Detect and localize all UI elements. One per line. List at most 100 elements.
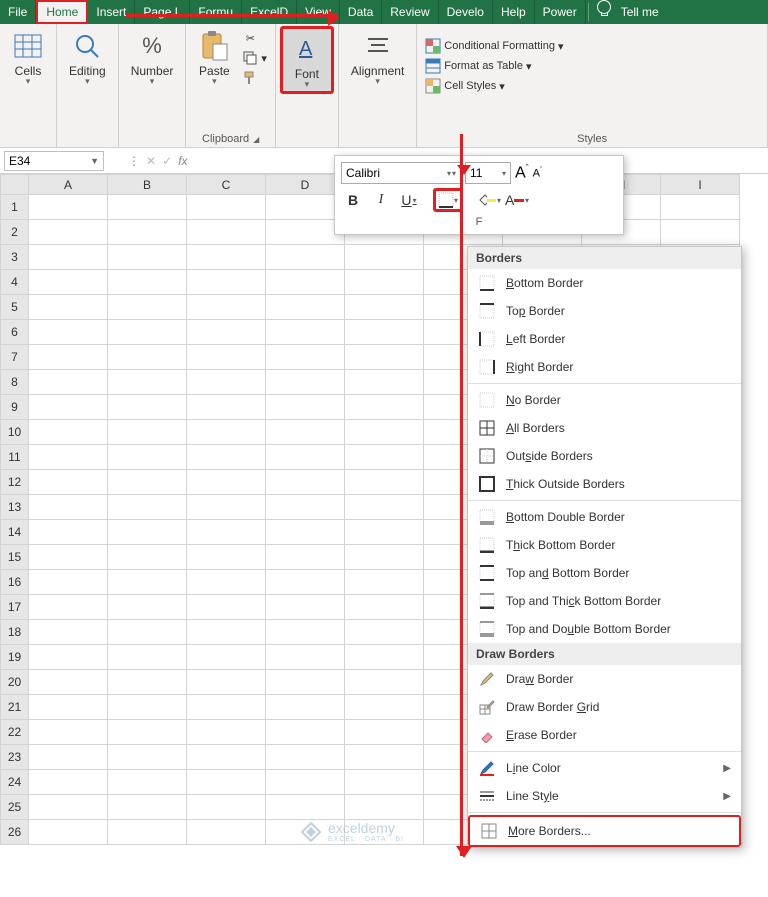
cut-button[interactable]: ✂ [242,30,267,46]
copy-button[interactable]: ▾ [242,50,267,66]
row-header[interactable]: 20 [1,670,29,695]
fill-color-button[interactable]: ▾ [477,188,501,212]
cell[interactable] [266,345,345,370]
cell[interactable] [108,220,187,245]
cell[interactable] [108,795,187,820]
cell[interactable] [108,345,187,370]
cell[interactable] [345,470,424,495]
cell[interactable] [266,545,345,570]
cell[interactable] [187,395,266,420]
menu-thick-outside-borders[interactable]: Thick Outside Borders [468,470,741,498]
cell[interactable] [266,570,345,595]
editing-button[interactable]: Editing ▾ [61,26,114,88]
cell[interactable] [345,245,424,270]
row-header[interactable]: 5 [1,295,29,320]
cell[interactable] [187,670,266,695]
cell[interactable] [108,470,187,495]
column-header[interactable]: C [187,175,266,195]
alignment-button[interactable]: Alignment ▾ [343,26,412,88]
menu-line-color[interactable]: Line Color▶ [468,754,741,782]
cell[interactable] [345,570,424,595]
cell[interactable] [266,195,345,220]
cell[interactable] [108,270,187,295]
menu-top-border[interactable]: Top Border [468,297,741,325]
menu-top-double-bottom-border[interactable]: Top and Double Bottom Border [468,615,741,643]
cell[interactable] [345,445,424,470]
cell[interactable] [108,670,187,695]
row-header[interactable]: 25 [1,795,29,820]
cell[interactable] [108,495,187,520]
menu-thick-bottom-border[interactable]: Thick Bottom Border [468,531,741,559]
cell[interactable] [187,570,266,595]
cell[interactable] [345,495,424,520]
cells-button[interactable]: Cells ▾ [4,26,52,88]
menu-draw-border[interactable]: Draw Border [468,665,741,693]
cell[interactable] [108,570,187,595]
cell[interactable] [29,745,108,770]
cell[interactable] [29,720,108,745]
row-header[interactable]: 1 [1,195,29,220]
cell[interactable] [29,195,108,220]
cell[interactable] [266,670,345,695]
cell[interactable] [266,445,345,470]
cell[interactable] [29,445,108,470]
cell[interactable] [29,520,108,545]
cell[interactable] [108,295,187,320]
menu-top-thick-bottom-border[interactable]: Top and Thick Bottom Border [468,587,741,615]
increase-font-icon[interactable]: Aˆ [515,163,529,182]
cell[interactable] [345,595,424,620]
column-header[interactable]: I [661,175,740,195]
cell[interactable] [29,820,108,845]
cell[interactable] [266,420,345,445]
cell[interactable] [108,195,187,220]
row-header[interactable]: 15 [1,545,29,570]
cell[interactable] [187,620,266,645]
cell[interactable] [108,620,187,645]
cell[interactable] [345,545,424,570]
cell[interactable] [108,595,187,620]
bold-button[interactable]: B [341,188,365,212]
cell-styles-button[interactable]: Cell Styles▾ [425,78,563,94]
italic-button[interactable]: I [369,188,393,212]
cell[interactable] [266,320,345,345]
cell[interactable] [266,595,345,620]
cell[interactable] [345,645,424,670]
cell[interactable] [29,345,108,370]
number-button[interactable]: % Number ▾ [123,26,182,88]
cell[interactable] [108,820,187,845]
cell[interactable] [29,545,108,570]
cell[interactable] [108,245,187,270]
cell[interactable] [266,395,345,420]
cell[interactable] [187,370,266,395]
row-header[interactable]: 16 [1,570,29,595]
cell[interactable] [266,245,345,270]
row-header[interactable]: 9 [1,395,29,420]
row-header[interactable]: 14 [1,520,29,545]
row-header[interactable]: 8 [1,370,29,395]
row-header[interactable]: 3 [1,245,29,270]
dialog-launcher-icon[interactable]: ◢ [253,135,259,144]
row-header[interactable]: 17 [1,595,29,620]
row-header[interactable]: 6 [1,320,29,345]
cancel-icon[interactable]: ✕ [146,154,156,168]
cell[interactable] [345,620,424,645]
format-painter-button[interactable] [242,70,267,86]
cell[interactable] [187,545,266,570]
row-header[interactable]: 2 [1,220,29,245]
row-header[interactable]: 26 [1,820,29,845]
cell[interactable] [266,220,345,245]
cell[interactable] [29,695,108,720]
format-as-table-button[interactable]: Format as Table▾ [425,58,563,74]
cell[interactable] [29,570,108,595]
cell[interactable] [266,520,345,545]
row-header[interactable]: 24 [1,770,29,795]
cell[interactable] [29,595,108,620]
cell[interactable] [345,270,424,295]
tab-insert[interactable]: Insert [88,0,135,24]
menu-bottom-border[interactable]: Bottom Border [468,269,741,297]
cell[interactable] [187,720,266,745]
column-header[interactable]: B [108,175,187,195]
tab-help[interactable]: Help [493,0,535,24]
cell[interactable] [187,270,266,295]
font-name-combo[interactable]: Calibri ▾▾ [341,162,461,184]
